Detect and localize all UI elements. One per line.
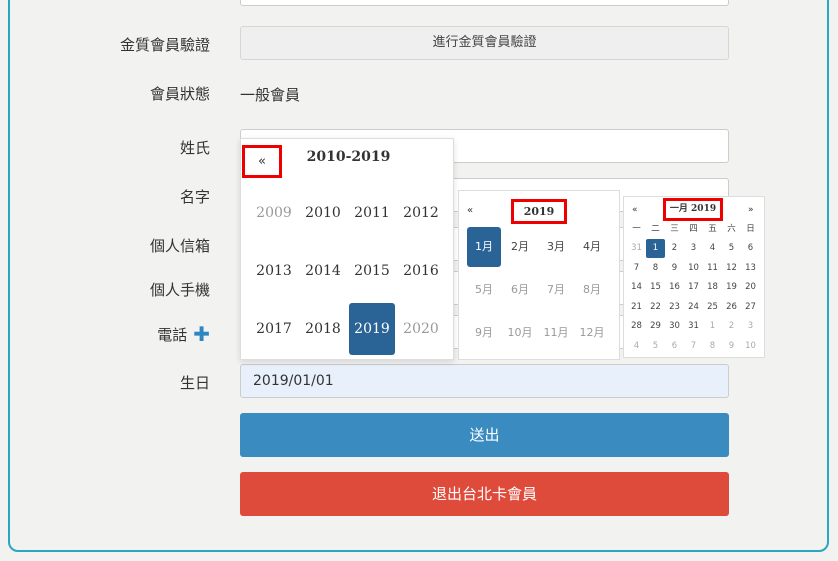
day-cell[interactable]: 18 [703,278,722,297]
day-cell[interactable]: 21 [627,298,646,317]
day-cell[interactable]: 28 [627,317,646,336]
day-cell[interactable]: 8 [646,259,665,278]
quit-member-button[interactable]: 退出台北卡會員 [240,472,729,516]
year-cell[interactable]: 2019 [349,303,395,355]
day-cell[interactable]: 13 [741,259,760,278]
day-cell[interactable]: 1 [703,317,722,336]
decade-prev-button[interactable]: « [242,145,282,178]
day-cell[interactable]: 12 [722,259,741,278]
day-cell[interactable]: 4 [627,337,646,356]
day-cell[interactable]: 22 [646,298,665,317]
day-cell[interactable]: 27 [741,298,760,317]
day-cell[interactable]: 23 [665,298,684,317]
decade-title[interactable]: 2010-2019 [301,149,396,165]
email-label: 個人信箱 [149,237,210,255]
weekday-header: 一 [632,224,641,234]
month-cell[interactable]: 2月 [503,227,537,267]
day-cell[interactable]: 14 [627,278,646,297]
day-cell[interactable]: 10 [684,259,703,278]
weekday-header: 五 [708,224,717,234]
year-cell[interactable]: 2017 [251,303,297,355]
day-cell[interactable]: 6 [665,337,684,356]
month-picker: « 2019 1月 2月 3月 4月 5月 6月 7月 8月 9月 10月 11月 12月 [458,190,620,360]
birthday-label: 生日 [179,374,210,392]
day-cell[interactable]: 30 [665,317,684,336]
day-cell[interactable]: 11 [703,259,722,278]
day-cell[interactable]: 29 [646,317,665,336]
year-cell[interactable]: 2014 [300,245,346,297]
gold-verify-button[interactable]: 進行金質會員驗證 [240,26,729,60]
day-cell[interactable]: 9 [722,337,741,356]
month-cell[interactable]: 1月 [467,227,501,267]
day-prev-button[interactable]: « [632,205,638,215]
day-cell[interactable]: 2 [722,317,741,336]
year-cell[interactable]: 2013 [251,245,297,297]
status-label: 會員狀態 [149,85,210,103]
day-next-button[interactable]: » [748,205,754,215]
day-cell[interactable]: 7 [684,337,703,356]
month-cell[interactable]: 10月 [503,313,537,353]
day-cell[interactable]: 7 [627,259,646,278]
day-title[interactable]: 一月 2019 [663,198,723,221]
birthday-input[interactable]: 2019/01/01 [240,364,729,398]
year-cell[interactable]: 2011 [349,187,395,239]
month-cell[interactable]: 5月 [467,270,501,310]
mobile-label: 個人手機 [149,281,210,299]
day-cell[interactable]: 4 [703,239,722,258]
day-cell[interactable]: 3 [741,317,760,336]
month-cell[interactable]: 8月 [575,270,609,310]
day-cell[interactable]: 19 [722,278,741,297]
day-cell[interactable]: 24 [684,298,703,317]
year-cell[interactable]: 2015 [349,245,395,297]
gold-verify-label: 金質會員驗證 [119,36,210,54]
month-cell[interactable]: 4月 [575,227,609,267]
weekday-header: 二 [651,224,660,234]
decade-picker: « 2010-2019 2009 2010 2011 2012 2013 2014 2015… [240,138,454,360]
month-cell[interactable]: 12月 [575,313,609,353]
weekday-header: 三 [670,224,679,234]
day-cell[interactable]: 25 [703,298,722,317]
month-cell[interactable]: 3月 [539,227,573,267]
month-cell[interactable]: 9月 [467,313,501,353]
month-title[interactable]: 2019 [511,199,567,224]
top-input-field[interactable] [240,0,729,6]
first-name-label: 名字 [179,188,210,206]
day-cell[interactable]: 5 [646,337,665,356]
phone-label-row: 電話 ✚ [30,322,210,346]
last-name-label: 姓氏 [179,139,210,157]
year-cell[interactable]: 2009 [251,187,297,239]
day-cell[interactable]: 20 [741,278,760,297]
day-cell[interactable]: 16 [665,278,684,297]
year-cell[interactable]: 2020 [398,303,444,355]
day-cell[interactable]: 8 [703,337,722,356]
weekday-header: 日 [746,224,755,234]
day-picker: « 一月 2019 » 一二三四五六日 31 1 2 3 4 5 6 7 8 9 10 11 12 13 14… [623,196,765,358]
status-value: 一般會員 [240,86,301,104]
year-cell[interactable]: 2016 [398,245,444,297]
day-cell[interactable]: 10 [741,337,760,356]
year-cell[interactable]: 2018 [300,303,346,355]
day-cell[interactable]: 17 [684,278,703,297]
day-cell[interactable]: 26 [722,298,741,317]
phone-label: 電話 [157,326,188,344]
year-cell[interactable]: 2012 [398,187,444,239]
weekday-header: 四 [689,224,698,234]
day-cell[interactable]: 15 [646,278,665,297]
day-cell[interactable]: 5 [722,239,741,258]
day-cell[interactable]: 3 [684,239,703,258]
month-cell[interactable]: 6月 [503,270,537,310]
year-cell[interactable]: 2010 [300,187,346,239]
day-cell[interactable]: 31 [627,239,646,258]
submit-button[interactable]: 送出 [240,413,729,457]
day-cell[interactable]: 9 [665,259,684,278]
month-cell[interactable]: 11月 [539,313,573,353]
day-cell[interactable]: 1 [646,239,665,258]
plus-icon[interactable]: ✚ [193,322,210,346]
day-cell[interactable]: 2 [665,239,684,258]
month-prev-button[interactable]: « [467,205,473,216]
day-cell[interactable]: 31 [684,317,703,336]
month-cell[interactable]: 7月 [539,270,573,310]
weekday-header: 六 [727,224,736,234]
day-cell[interactable]: 6 [741,239,760,258]
